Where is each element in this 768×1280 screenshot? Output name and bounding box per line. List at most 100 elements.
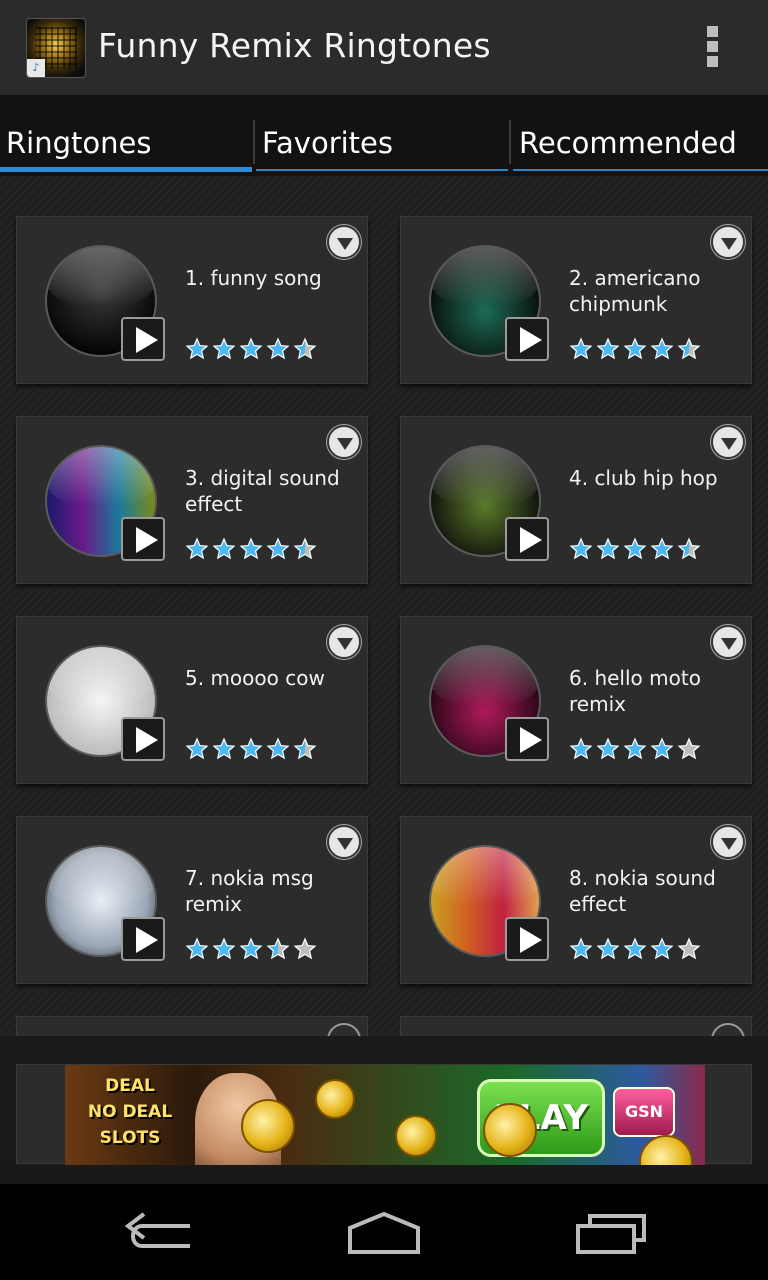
star-icon [293,337,317,360]
star-icon [212,337,236,360]
ringtone-card[interactable]: 8. nokia sound effect [400,816,752,984]
ringtone-name: 5. moooo cow [185,666,325,690]
star-icon [266,937,290,960]
app-root: ♪ Funny Remix Ringtones Ringtones Favori… [0,0,768,1280]
play-icon[interactable] [121,517,165,561]
rating-stars [185,937,317,961]
chevron-down-icon[interactable] [327,625,361,659]
star-icon [239,537,263,560]
star-icon [623,737,647,760]
back-icon[interactable] [120,1208,200,1258]
ad-banner[interactable]: DEAL NO DEAL SLOTS PLAY NOW GSN [65,1065,705,1165]
star-icon [569,537,593,560]
star-icon [650,537,674,560]
chevron-down-icon[interactable] [327,425,361,459]
rating-stars [569,937,701,961]
tab-label: Recommended [519,126,737,160]
chevron-down-icon[interactable] [711,825,745,859]
star-icon [623,537,647,560]
ringtone-name: 3. digital sound effect [185,466,340,516]
star-icon [212,737,236,760]
ad-banner-container: DEAL NO DEAL SLOTS PLAY NOW GSN [16,1064,752,1165]
gold-coin-icon [395,1115,437,1157]
ad-logo: DEAL NO DEAL SLOTS [87,1076,173,1148]
star-icon [596,937,620,960]
play-icon[interactable] [121,317,165,361]
rating-stars [569,537,701,561]
rating-stars [185,337,317,361]
gold-coin-icon [315,1079,355,1119]
app-title: Funny Remix Ringtones [98,26,491,65]
rating-stars [569,737,701,761]
play-icon[interactable] [505,317,549,361]
ad-gsn-badge: GSN [613,1087,675,1137]
ringtone-card-partial[interactable] [400,1016,752,1036]
play-icon[interactable] [121,917,165,961]
home-icon[interactable] [344,1208,424,1258]
star-icon [650,937,674,960]
star-icon [677,737,701,760]
recent-apps-icon[interactable] [572,1208,652,1258]
overflow-menu-icon[interactable] [700,26,724,72]
star-icon [293,537,317,560]
chevron-down-icon[interactable] [327,225,361,259]
play-icon[interactable] [121,717,165,761]
rating-stars [569,337,701,361]
ringtone-name: 8. nokia sound effect [569,866,716,916]
ringtone-card[interactable]: 5. moooo cow [16,616,368,784]
tab-favorites[interactable]: Favorites [256,96,511,176]
ringtone-card[interactable]: 6. hello moto remix [400,616,752,784]
system-nav-bar [0,1184,768,1280]
chevron-down-icon[interactable] [327,825,361,859]
star-icon [623,337,647,360]
star-icon [239,737,263,760]
tab-ringtones[interactable]: Ringtones [0,96,255,176]
star-icon [185,337,209,360]
chevron-down-icon[interactable] [711,625,745,659]
chevron-down-icon[interactable] [711,425,745,459]
star-icon [677,337,701,360]
star-icon [212,937,236,960]
rating-stars [185,737,317,761]
play-icon[interactable] [505,517,549,561]
star-icon [650,737,674,760]
ringtone-card-partial[interactable] [16,1016,368,1036]
star-icon [623,937,647,960]
tab-recommended[interactable]: Recommended [513,96,768,176]
star-icon [185,737,209,760]
ringtone-name: 1. funny song [185,266,322,290]
tab-label: Ringtones [6,126,152,160]
ringtone-grid[interactable]: 1. funny song 2. americano chipmunk 3. dig… [0,176,768,1036]
action-bar: ♪ Funny Remix Ringtones [0,0,768,96]
gold-coin-icon [639,1135,693,1165]
star-icon [266,537,290,560]
star-icon [650,337,674,360]
star-icon [212,537,236,560]
gold-coin-icon [483,1103,537,1157]
star-icon [596,337,620,360]
gold-coin-icon [241,1099,295,1153]
star-icon [596,537,620,560]
ringtone-card[interactable]: 1. funny song [16,216,368,384]
star-icon [266,337,290,360]
ringtone-name: 6. hello moto remix [569,666,701,716]
star-icon [239,337,263,360]
tab-label: Favorites [262,126,393,160]
chevron-down-icon[interactable] [711,225,745,259]
star-icon [185,537,209,560]
star-icon [677,937,701,960]
ringtone-card[interactable]: 3. digital sound effect [16,416,368,584]
tab-bar: Ringtones Favorites Recommended [0,96,768,176]
star-icon [677,537,701,560]
play-icon[interactable] [505,717,549,761]
play-icon[interactable] [505,917,549,961]
star-icon [266,737,290,760]
ringtone-name: 7. nokia msg remix [185,866,314,916]
app-equalizer-icon[interactable]: ♪ [26,18,86,78]
ringtone-card[interactable]: 7. nokia msg remix [16,816,368,984]
ringtone-card[interactable]: 2. americano chipmunk [400,216,752,384]
star-icon [596,737,620,760]
star-icon [569,337,593,360]
ringtone-card[interactable]: 4. club hip hop [400,416,752,584]
star-icon [569,937,593,960]
